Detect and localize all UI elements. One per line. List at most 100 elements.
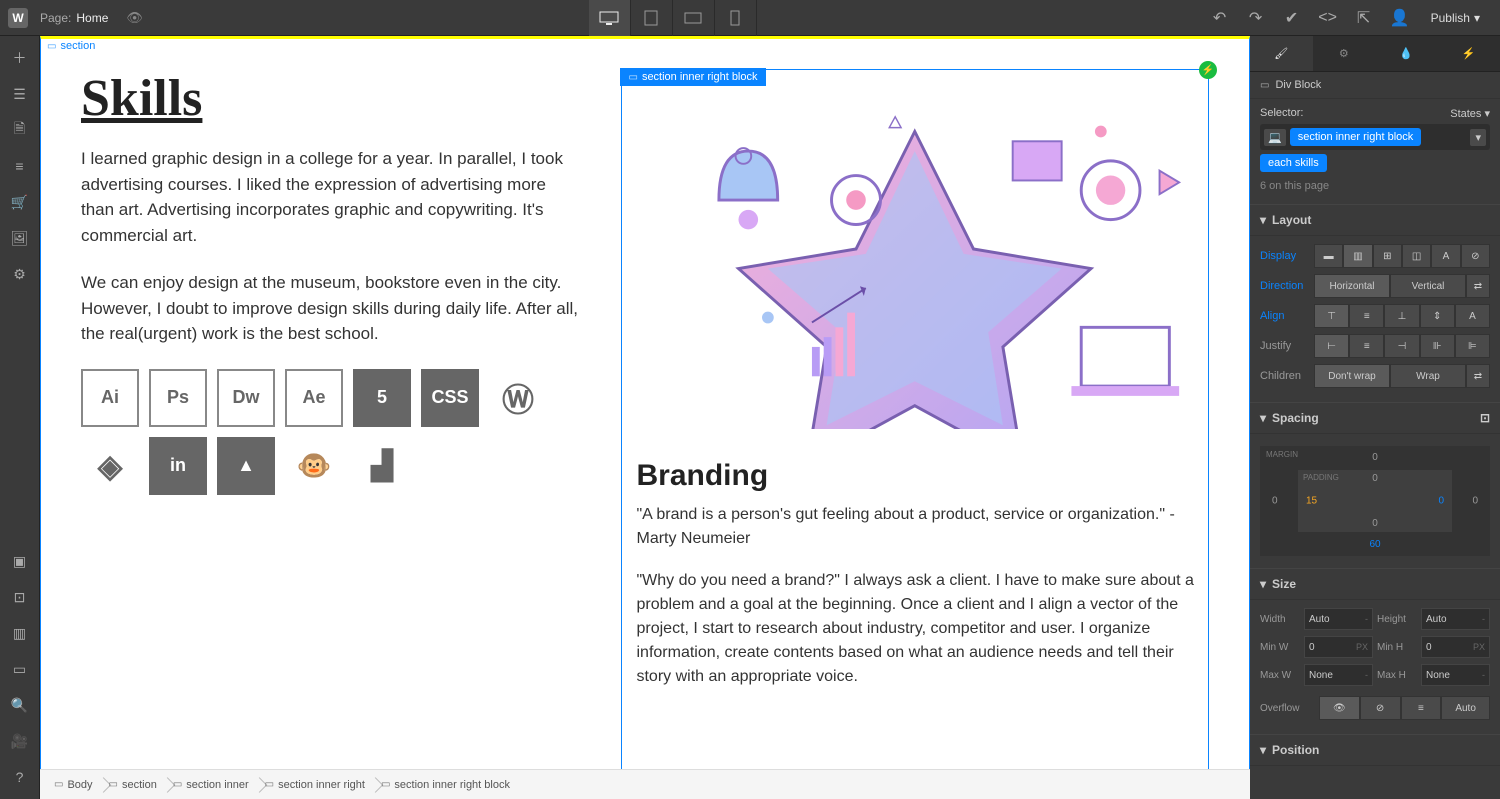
align-center-icon[interactable]: ≡: [1349, 304, 1384, 328]
class-tag-2[interactable]: each skills: [1260, 154, 1327, 172]
margin-right[interactable]: 0: [1472, 496, 1478, 507]
undo-icon[interactable]: ↶: [1203, 0, 1237, 36]
tab-style-brush-icon[interactable]: 🖌: [1250, 36, 1313, 71]
display-flex-icon[interactable]: ▥: [1343, 244, 1372, 268]
skill-icon-keynote[interactable]: ▲: [217, 437, 275, 495]
direction-reverse-icon[interactable]: ⇄: [1466, 274, 1490, 298]
preview-eye-icon[interactable]: 👁: [126, 10, 143, 26]
xray-icon[interactable]: ▥: [0, 617, 40, 649]
overflow-visible-icon[interactable]: 👁: [1319, 696, 1360, 720]
spacing-editor[interactable]: MARGIN 0 0 0 60 PADDING 0 15 0 0: [1260, 446, 1490, 556]
direction-horizontal[interactable]: Horizontal: [1314, 274, 1390, 298]
skill-icon-analytics[interactable]: ▟: [353, 437, 411, 495]
overflow-auto[interactable]: Auto: [1441, 696, 1490, 720]
display-block-icon[interactable]: ▬: [1314, 244, 1343, 268]
assets-icon[interactable]: 🖼: [0, 222, 40, 254]
layout-section-header[interactable]: ▾ Layout: [1250, 204, 1500, 236]
redo-icon[interactable]: ↷: [1239, 0, 1273, 36]
height-input[interactable]: Auto-: [1421, 608, 1490, 630]
spacing-expand-icon[interactable]: ⊡: [1480, 411, 1490, 425]
skill-icon-sketch[interactable]: ◈: [81, 437, 139, 495]
spacing-section-header[interactable]: ▾ Spacing ⊡: [1250, 402, 1500, 434]
children-nowrap[interactable]: Don't wrap: [1314, 364, 1390, 388]
settings-gear-icon[interactable]: ⚙: [0, 258, 40, 290]
skills-paragraph-1[interactable]: I learned graphic design in a college fo…: [81, 146, 581, 248]
cms-icon[interactable]: ≡: [0, 150, 40, 182]
code-icon[interactable]: <>: [1311, 0, 1345, 36]
margin-left[interactable]: 0: [1272, 496, 1278, 507]
position-section-header[interactable]: ▾ Position: [1250, 734, 1500, 766]
section-right-column[interactable]: ▭ section inner right block ⚡: [621, 69, 1209, 739]
justify-start-icon[interactable]: ⊢: [1314, 334, 1349, 358]
display-inlineblock-icon[interactable]: ◫: [1402, 244, 1431, 268]
selection-action-badge[interactable]: ⚡: [1199, 61, 1217, 79]
overflow-hidden-icon[interactable]: ⊘: [1360, 696, 1401, 720]
breadcrumb-item-block[interactable]: ▭section inner right block: [375, 779, 520, 791]
minh-input[interactable]: 0PX: [1421, 636, 1490, 658]
skill-icon-ps[interactable]: Ps: [149, 369, 207, 427]
selector-input[interactable]: 💻 section inner right block ▾: [1260, 124, 1490, 150]
class-tag-1[interactable]: section inner right block: [1290, 128, 1422, 146]
status-ok-icon[interactable]: ✔: [1275, 0, 1309, 36]
align-start-icon[interactable]: ⊤: [1314, 304, 1349, 328]
skills-heading[interactable]: Skills: [81, 69, 581, 128]
add-element-icon[interactable]: ＋: [0, 42, 40, 74]
skill-icon-ae[interactable]: Ae: [285, 369, 343, 427]
breadcrumb-item-section[interactable]: ▭section: [103, 779, 167, 791]
skill-icon-wordpress[interactable]: Ⓦ: [489, 369, 547, 427]
skill-icon-mailchimp[interactable]: 🐵: [285, 437, 343, 495]
device-desktop-icon[interactable]: [589, 0, 631, 36]
skill-icon-invision[interactable]: in: [149, 437, 207, 495]
align-baseline-icon[interactable]: A: [1455, 304, 1490, 328]
states-dropdown[interactable]: States ▾: [1450, 107, 1490, 120]
skill-icon-html5[interactable]: 5: [353, 369, 411, 427]
justify-around-icon[interactable]: ⊫: [1455, 334, 1490, 358]
display-none-icon[interactable]: ⊘: [1461, 244, 1490, 268]
children-reverse-icon[interactable]: ⇄: [1466, 364, 1490, 388]
video-tutorial-icon[interactable]: 🎥: [0, 725, 40, 757]
children-wrap[interactable]: Wrap: [1390, 364, 1466, 388]
skill-icon-ai[interactable]: Ai: [81, 369, 139, 427]
branding-illustration[interactable]: [621, 69, 1209, 429]
padding-left[interactable]: 15: [1306, 496, 1317, 507]
tab-settings-gear-icon[interactable]: ⚙: [1313, 36, 1376, 71]
overflow-scroll-icon[interactable]: ≡: [1401, 696, 1442, 720]
padding-bottom[interactable]: 0: [1372, 518, 1378, 529]
device-tablet-icon[interactable]: [631, 0, 673, 36]
display-grid-icon[interactable]: ⊞: [1373, 244, 1402, 268]
margin-top[interactable]: 0: [1372, 452, 1378, 463]
justify-between-icon[interactable]: ⊪: [1420, 334, 1455, 358]
skills-paragraph-2[interactable]: We can enjoy design at the museum, books…: [81, 270, 581, 347]
padding-top[interactable]: 0: [1372, 473, 1378, 484]
page-name[interactable]: Home: [76, 11, 108, 25]
device-tablet-landscape-icon[interactable]: [673, 0, 715, 36]
canvas[interactable]: ▭ section Skills I learned graphic desig…: [40, 36, 1250, 769]
share-person-icon[interactable]: 👤: [1383, 0, 1417, 36]
justify-center-icon[interactable]: ≡: [1349, 334, 1384, 358]
maxh-input[interactable]: None-: [1421, 664, 1490, 686]
guides-icon[interactable]: ▭: [0, 653, 40, 685]
margin-bottom[interactable]: 60: [1369, 539, 1380, 550]
audit-icon[interactable]: ▣: [0, 545, 40, 577]
grid-overlay-icon[interactable]: ⊡: [0, 581, 40, 613]
display-inline-icon[interactable]: A: [1431, 244, 1460, 268]
align-end-icon[interactable]: ⊥: [1384, 304, 1419, 328]
minw-input[interactable]: 0PX: [1304, 636, 1373, 658]
webflow-logo-icon[interactable]: W: [8, 8, 28, 28]
search-icon[interactable]: 🔍: [0, 689, 40, 721]
skill-icon-dw[interactable]: Dw: [217, 369, 275, 427]
section-outline-label[interactable]: ▭ section: [43, 39, 99, 53]
device-mobile-icon[interactable]: [715, 0, 757, 36]
navigator-icon[interactable]: ☰: [0, 78, 40, 110]
export-icon[interactable]: ⇱: [1347, 0, 1381, 36]
breadcrumb-item-right[interactable]: ▭section inner right: [259, 779, 375, 791]
tab-effects-icon[interactable]: ⚡: [1438, 36, 1500, 71]
breadcrumb-item-inner[interactable]: ▭section inner: [167, 779, 259, 791]
maxw-input[interactable]: None-: [1304, 664, 1373, 686]
selector-menu-icon[interactable]: ▾: [1470, 129, 1486, 146]
justify-end-icon[interactable]: ⊣: [1384, 334, 1419, 358]
tab-interactions-icon[interactable]: 💧: [1375, 36, 1438, 71]
pages-icon[interactable]: 🗎: [0, 114, 40, 146]
padding-right[interactable]: 0: [1438, 496, 1444, 507]
publish-button[interactable]: Publish ▾: [1419, 11, 1492, 25]
